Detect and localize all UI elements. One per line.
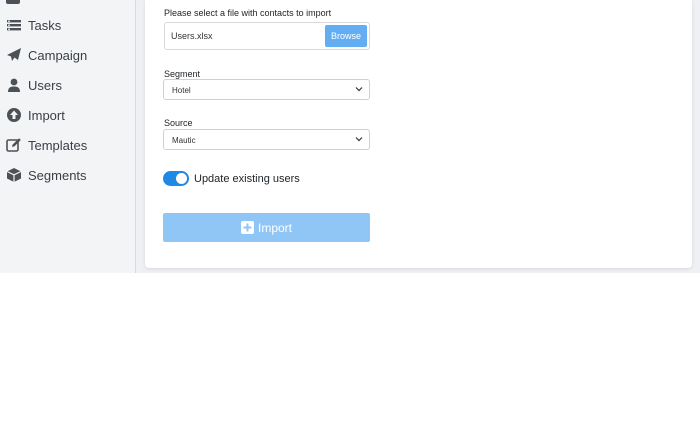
file-name: Users.xlsx xyxy=(171,31,213,41)
tasks-icon xyxy=(6,17,22,33)
paper-plane-icon xyxy=(6,47,22,63)
sidebar: Tasks Campaign Users Import Templates Se… xyxy=(0,0,136,273)
segment-label: Segment xyxy=(164,69,201,79)
sidebar-item-tasks[interactable]: Tasks xyxy=(6,14,132,36)
file-input[interactable]: Users.xlsx Browse xyxy=(164,22,370,50)
toggle-knob xyxy=(176,173,187,184)
segment-selected-value: Hotel xyxy=(172,86,191,95)
source-label: Source xyxy=(164,118,193,128)
chevron-down-icon xyxy=(355,85,363,93)
sidebar-item-templates[interactable]: Templates xyxy=(6,134,132,156)
source-selected-value: Mautic xyxy=(172,136,196,145)
sidebar-item-campaign[interactable]: Campaign xyxy=(6,44,132,66)
sidebar-item-users[interactable]: Users xyxy=(6,74,132,96)
update-existing-toggle[interactable] xyxy=(163,171,189,186)
chevron-down-icon xyxy=(355,135,363,143)
import-form-card: Please select a file with contacts to im… xyxy=(145,0,692,268)
source-select[interactable]: Mautic xyxy=(163,129,370,150)
sidebar-item-label: Import xyxy=(28,107,65,123)
browse-button[interactable]: Browse xyxy=(325,25,367,47)
cropped-nav-icon xyxy=(6,0,20,4)
sidebar-item-label: Campaign xyxy=(28,47,88,63)
file-label: Please select a file with contacts to im… xyxy=(164,8,332,18)
user-icon xyxy=(6,77,22,93)
sidebar-item-label: Users xyxy=(28,77,62,93)
update-existing-label: Update existing users xyxy=(194,173,300,185)
sidebar-item-import[interactable]: Import xyxy=(6,104,132,126)
import-button[interactable]: Import xyxy=(163,213,370,242)
import-button-label: Import xyxy=(257,220,292,235)
plus-square-icon xyxy=(240,221,254,234)
sidebar-item-segments[interactable]: Segments xyxy=(6,164,132,186)
sidebar-item-label: Tasks xyxy=(28,17,62,33)
cube-icon xyxy=(6,167,22,183)
segment-select[interactable]: Hotel xyxy=(163,79,370,100)
sidebar-item-label: Templates xyxy=(28,137,88,153)
app-root: Tasks Campaign Users Import Templates Se… xyxy=(0,0,700,441)
sidebar-item-label: Segments xyxy=(28,167,87,183)
arrow-up-circle-icon xyxy=(6,107,22,123)
edit-icon xyxy=(6,137,22,153)
